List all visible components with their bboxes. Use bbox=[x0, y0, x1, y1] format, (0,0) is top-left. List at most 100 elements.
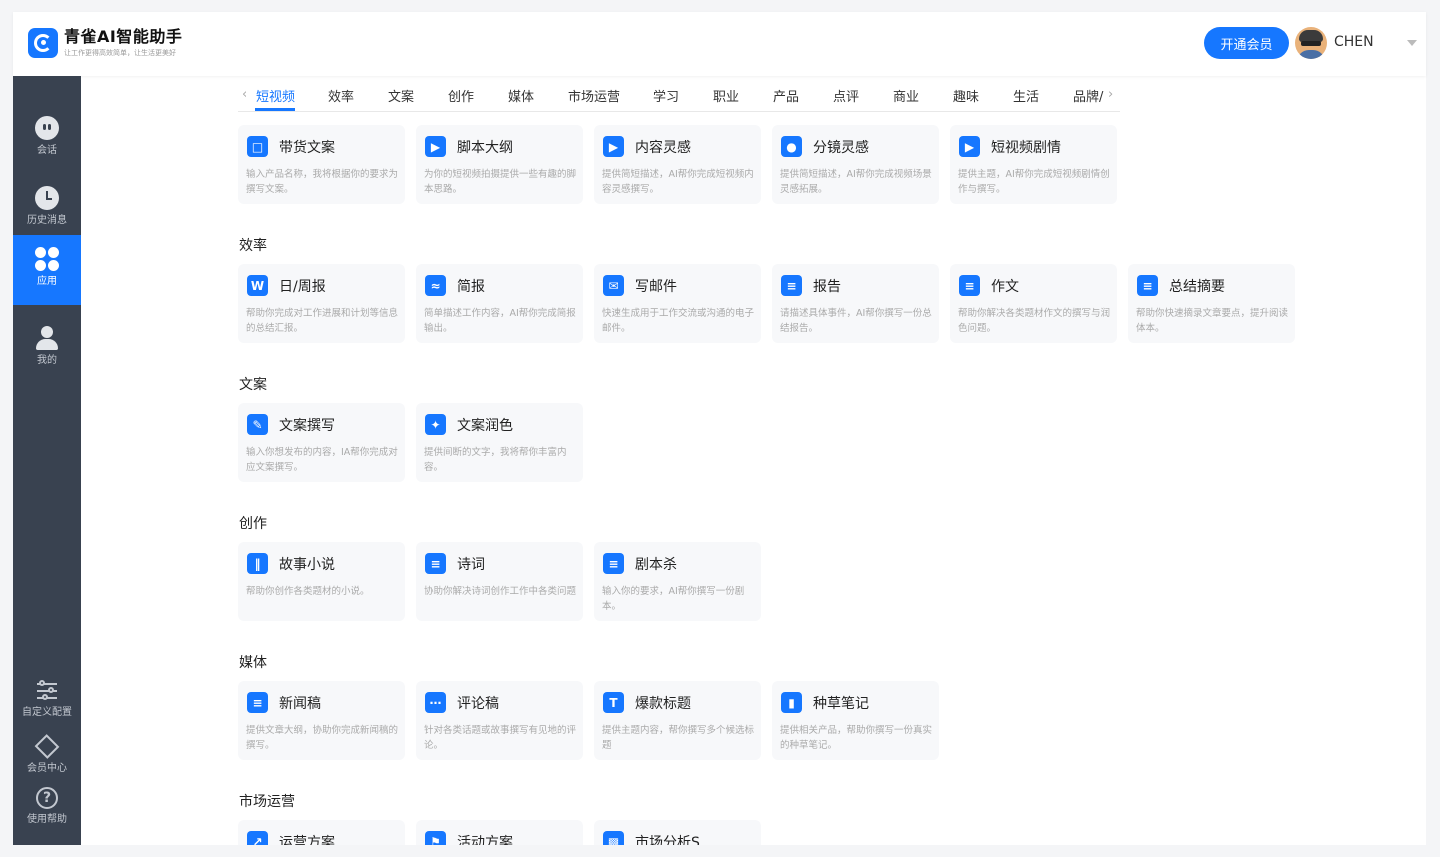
open-book-icon: ≡ bbox=[603, 553, 624, 574]
mail-icon: ✉ bbox=[603, 275, 624, 296]
section-title-media: 媒体 bbox=[239, 655, 267, 671]
app-card[interactable]: ▩ 市场分析S bbox=[594, 820, 761, 845]
section-title-marketing: 市场运营 bbox=[239, 794, 295, 810]
app-card[interactable]: ✎ 文案撰写 输入你想发布的内容，IA帮你完成对应文案撰写。 bbox=[238, 403, 405, 482]
sidebar-item-help[interactable]: ? 使用帮助 bbox=[13, 776, 81, 828]
tab-brand[interactable]: 品牌/ bbox=[1073, 86, 1103, 105]
user-name[interactable]: CHEN bbox=[1334, 34, 1374, 50]
tab-fun[interactable]: 趣味 bbox=[953, 86, 979, 105]
app-card[interactable]: ≡ 诗词 协助你解决诗词创作工作中各类问题 bbox=[416, 542, 583, 621]
app-card[interactable]: ✉ 写邮件 快速生成用于工作交流或沟通的电子邮件。 bbox=[594, 264, 761, 343]
chevron-down-icon[interactable] bbox=[1407, 40, 1417, 46]
card-title: 简报 bbox=[457, 279, 485, 295]
card-title: 文案撰写 bbox=[279, 418, 335, 434]
chart-doc-icon: ≈ bbox=[425, 275, 446, 296]
pen-icon: ✎ bbox=[247, 414, 268, 435]
card-title: 文案润色 bbox=[457, 418, 513, 434]
open-membership-button[interactable]: 开通会员 bbox=[1204, 27, 1289, 59]
card-description: 提供间断的文字，我将帮你丰富内容。 bbox=[424, 447, 567, 473]
sliders-icon bbox=[35, 679, 59, 703]
card-description: 输入产品名称，我将根据你的要求为撰写文案。 bbox=[246, 169, 399, 195]
tab-study[interactable]: 学习 bbox=[653, 86, 679, 105]
card-title: 内容灵感 bbox=[635, 140, 691, 156]
app-card[interactable]: ⋯ 评论稿 针对各类话题或故事撰写有见地的评论。 bbox=[416, 681, 583, 760]
card-description: 针对各类话题或故事撰写有见地的评论。 bbox=[424, 725, 577, 751]
app-card[interactable]: ▮ 种草笔记 提供相关产品，帮助你撰写一份真实的种草笔记。 bbox=[772, 681, 939, 760]
tab-career[interactable]: 职业 bbox=[713, 86, 739, 105]
app-card[interactable]: ≡ 剧本杀 输入你的要求，AI帮你撰写一份剧本。 bbox=[594, 542, 761, 621]
window-frame-bottom bbox=[0, 845, 1440, 857]
app-card[interactable]: ● 分镜灵感 提供简短描述，AI帮你完成视频场景灵感拓展。 bbox=[772, 125, 939, 204]
sidebar-item-label: 使用帮助 bbox=[27, 814, 67, 825]
app-card[interactable]: ≡ 总结摘要 帮助你快速摘录文章要点，提升阅读体本。 bbox=[1128, 264, 1295, 343]
window-frame-top bbox=[0, 0, 1440, 12]
app-card[interactable]: ≡ 报告 请描述具体事件，AI帮你撰写一份总结报告。 bbox=[772, 264, 939, 343]
comment-icon: ⋯ bbox=[425, 692, 446, 713]
card-title: 运营方案 bbox=[279, 835, 335, 845]
app-card[interactable]: ≡ 新闻稿 提供文章大纲，协助你完成新闻稿的撰写。 bbox=[238, 681, 405, 760]
app-card[interactable]: □ 带货文案 输入产品名称，我将根据你的要求为撰写文案。 bbox=[238, 125, 405, 204]
avatar[interactable] bbox=[1295, 27, 1327, 59]
app-card[interactable]: ↗ 运营方案 bbox=[238, 820, 405, 845]
sidebar-item-label: 自定义配置 bbox=[22, 707, 72, 718]
card-description: 提供主题，AI帮你完成短视频剧情创作与撰写。 bbox=[958, 169, 1110, 195]
tab-short-video[interactable]: 短视频 bbox=[256, 86, 295, 105]
card-title: 分镜灵感 bbox=[813, 140, 869, 156]
app-card[interactable]: ✦ 文案润色 提供间断的文字，我将帮你丰富内容。 bbox=[416, 403, 583, 482]
tab-review[interactable]: 点评 bbox=[833, 86, 859, 105]
card-title: 脚本大纲 bbox=[457, 140, 513, 156]
apps-icon bbox=[35, 247, 59, 271]
bar-chart-icon: ▩ bbox=[603, 831, 624, 845]
sidebar-item-custom-config[interactable]: 自定义配置 bbox=[13, 669, 81, 721]
card-description: 快速生成用于工作交流或沟通的电子邮件。 bbox=[602, 308, 755, 334]
tab-life[interactable]: 生活 bbox=[1013, 86, 1039, 105]
chevron-right-icon[interactable]: › bbox=[1108, 87, 1113, 102]
card-description: 请描述具体事件，AI帮你撰写一份总结报告。 bbox=[780, 308, 932, 334]
magic-wand-icon: ✦ bbox=[425, 414, 446, 435]
window-frame-right bbox=[1426, 0, 1440, 857]
books-icon: ‖ bbox=[247, 553, 268, 574]
app-card[interactable]: ⚑ 活动方案 bbox=[416, 820, 583, 845]
tab-marketing[interactable]: 市场运营 bbox=[568, 86, 620, 105]
sidebar-item-label: 会员中心 bbox=[27, 763, 67, 774]
report-icon: ≡ bbox=[781, 275, 802, 296]
tab-product[interactable]: 产品 bbox=[773, 86, 799, 105]
section-title-creation: 创作 bbox=[239, 516, 267, 532]
app-title: 青雀AI智能助手 bbox=[64, 27, 183, 46]
app-card[interactable]: ▶ 脚本大纲 为你的短视频拍摄提供一些有趣的脚本思路。 bbox=[416, 125, 583, 204]
app-card[interactable]: ≈ 简报 简单描述工作内容，AI帮你完成简报输出。 bbox=[416, 264, 583, 343]
app-card[interactable]: T 爆款标题 提供主题内容，帮你撰写多个候选标题 bbox=[594, 681, 761, 760]
app-card[interactable]: ▶ 内容灵感 提供简短描述，AI帮你完成短视频内容灵感撰写。 bbox=[594, 125, 761, 204]
card-description: 提供文章大纲，协助你完成新闻稿的撰写。 bbox=[246, 725, 399, 751]
tab-business[interactable]: 商业 bbox=[893, 86, 919, 105]
app-card[interactable]: ≡ 作文 帮助你解决各类题材作文的撰写与润色问题。 bbox=[950, 264, 1117, 343]
tab-media[interactable]: 媒体 bbox=[508, 86, 534, 105]
sidebar-item-history[interactable]: 历史消息 bbox=[13, 174, 81, 234]
sidebar-item-mine[interactable]: 我的 bbox=[13, 314, 81, 374]
sidebar-item-chat[interactable]: 会话 bbox=[13, 104, 81, 164]
logo-icon bbox=[28, 28, 58, 58]
app-card[interactable]: ▶ 短视频剧情 提供主题，AI帮你完成短视频剧情创作与撰写。 bbox=[950, 125, 1117, 204]
summary-icon: ≡ bbox=[1137, 275, 1158, 296]
card-description: 输入你想发布的内容，IA帮你完成对应文案撰写。 bbox=[246, 447, 398, 473]
app-card[interactable]: W 日/周报 帮助你完成对工作进展和计划等信息的总结汇报。 bbox=[238, 264, 405, 343]
card-description: 简单描述工作内容，AI帮你完成简报输出。 bbox=[424, 308, 576, 334]
sidebar-item-label: 会话 bbox=[37, 145, 57, 156]
app-card[interactable]: ‖ 故事小说 帮助你创作各类题材的小说。 bbox=[238, 542, 405, 621]
card-title: 种草笔记 bbox=[813, 696, 869, 712]
app-logo[interactable]: 青雀AI智能助手 让工作更得高效简单，让生活更美好 bbox=[28, 28, 182, 58]
card-title: 写邮件 bbox=[635, 279, 677, 295]
sidebar-item-membership[interactable]: 会员中心 bbox=[13, 723, 81, 775]
tab-efficiency[interactable]: 效率 bbox=[328, 86, 354, 105]
chevron-left-icon[interactable]: ‹ bbox=[242, 87, 247, 102]
sidebar-item-apps[interactable]: 应用 bbox=[13, 235, 81, 305]
card-title: 剧本杀 bbox=[635, 557, 677, 573]
section-title-copywriting: 文案 bbox=[239, 377, 267, 393]
tab-copywriting[interactable]: 文案 bbox=[388, 86, 414, 105]
calendar-icon: W bbox=[247, 275, 268, 296]
card-description: 提供相关产品，帮助你撰写一份真实的种草笔记。 bbox=[780, 725, 933, 751]
card-description: 帮助你快速摘录文章要点，提升阅读体本。 bbox=[1136, 308, 1289, 334]
active-tab-indicator bbox=[255, 108, 295, 111]
tab-creation[interactable]: 创作 bbox=[448, 86, 474, 105]
category-tabs: ‹ 短视频 效率 文案 创作 媒体 市场运营 学习 职业 产品 点评 商业 趣味… bbox=[238, 84, 1120, 112]
